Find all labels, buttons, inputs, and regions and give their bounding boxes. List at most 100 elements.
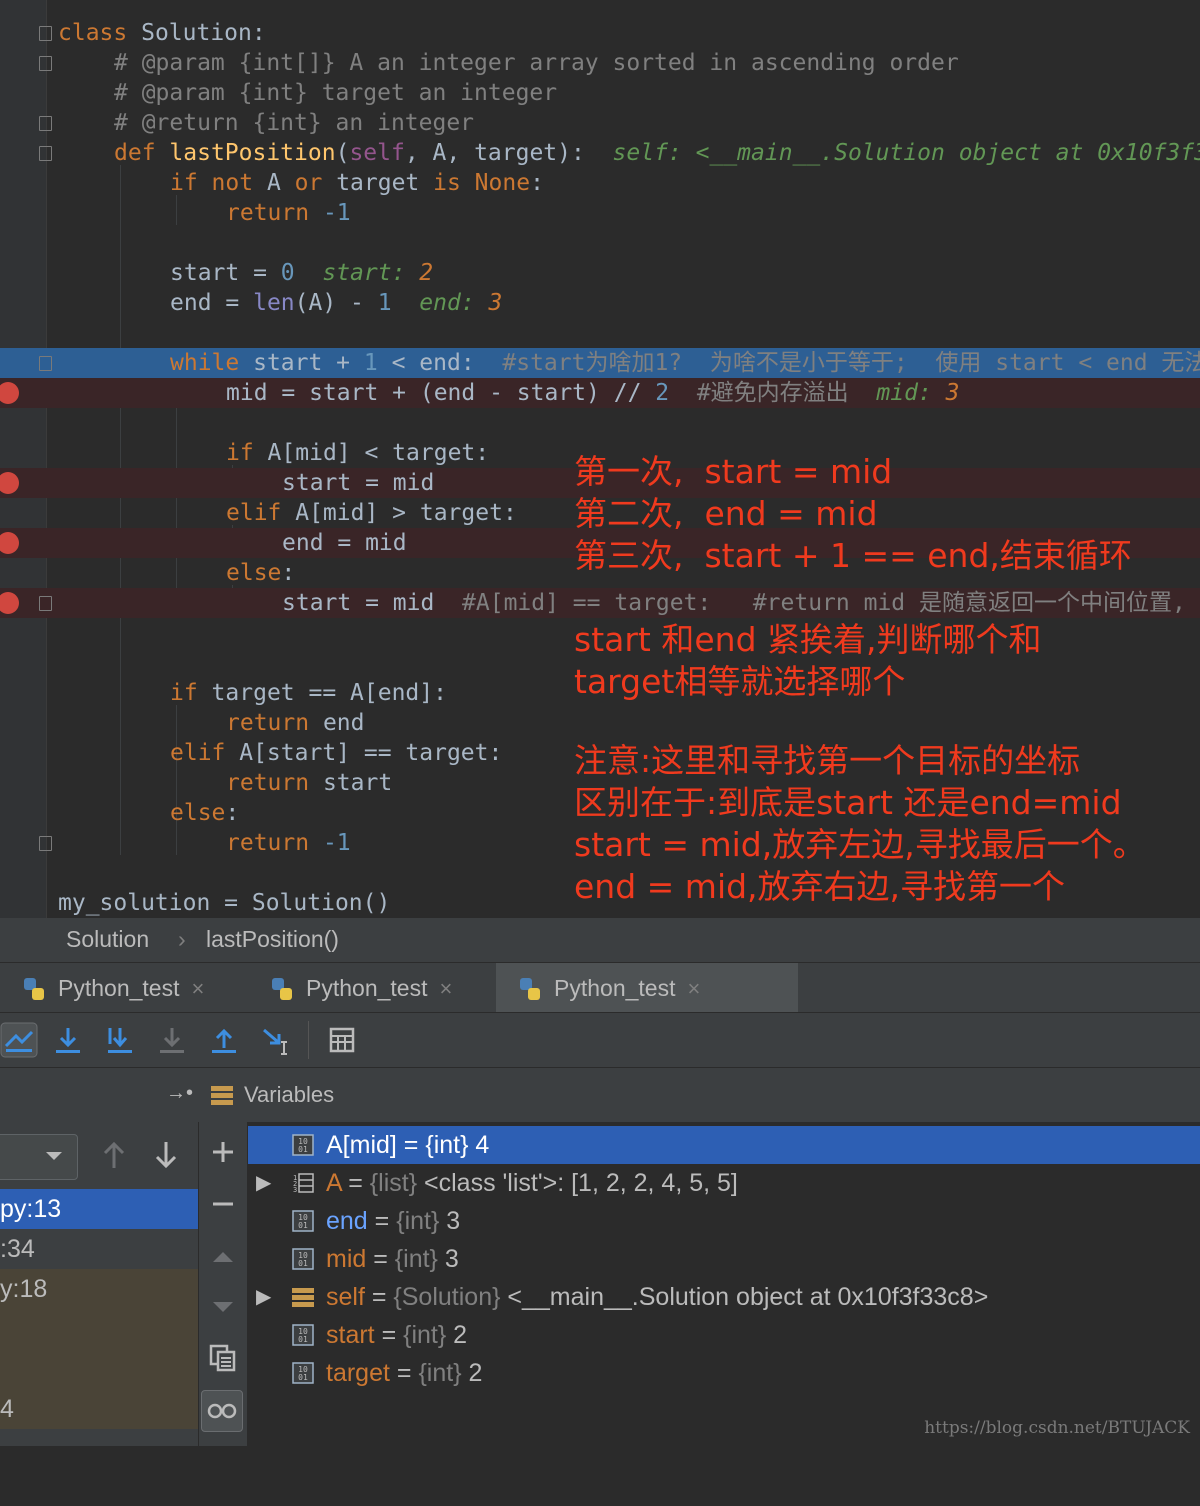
variable-row[interactable]: ▶ self = {Solution} <__main__.Solution o…: [248, 1278, 1200, 1316]
code-editor[interactable]: class Solution: # @param {int[]} A an in…: [0, 0, 1200, 918]
inline-debug-value: 3: [945, 380, 960, 406]
annotation-text: 注意:这里和寻找第一个目标的坐标: [574, 741, 1081, 780]
toolbar-separator: [308, 1021, 309, 1059]
tab-label: Python_test: [306, 975, 428, 1001]
fold-marker-icon[interactable]: [39, 56, 52, 71]
variable-value: 3: [437, 1245, 459, 1273]
elif-keyword: elif: [170, 740, 226, 766]
frame-item[interactable]: :34: [0, 1229, 198, 1269]
variable-row[interactable]: ▶ 123 A = {list} <class 'list'>: [1, 2, …: [248, 1164, 1200, 1202]
breadcrumb-class[interactable]: Solution: [66, 926, 149, 953]
variable-eq: =: [364, 1283, 394, 1311]
frames-variables-header: →• Variables: [0, 1068, 1200, 1123]
fold-marker-icon[interactable]: [39, 26, 52, 41]
number-literal: 2: [655, 380, 670, 406]
pin-tab-icon[interactable]: →•: [166, 1082, 193, 1105]
expand-triangle-icon[interactable]: ▶: [256, 1278, 271, 1316]
step-into-my-code-icon[interactable]: [154, 1022, 190, 1058]
code-line-20: start = mid #A[mid] == target: #return m…: [0, 588, 1200, 618]
step-out-icon[interactable]: [206, 1022, 242, 1058]
run-to-cursor-icon[interactable]: [258, 1022, 294, 1058]
variable-name: target: [326, 1359, 390, 1387]
glasses-icon: [207, 1403, 237, 1419]
thread-select[interactable]: [0, 1134, 78, 1180]
fold-marker-icon[interactable]: [39, 356, 52, 371]
show-execution-point-icon[interactable]: [0, 1022, 38, 1058]
expand-triangle-icon[interactable]: ▶: [256, 1164, 271, 1202]
variable-row[interactable]: 10 01 A[mid] = {int} 4: [248, 1126, 1200, 1164]
arrow-down-icon[interactable]: [152, 1140, 180, 1170]
variable-value: <__main__.Solution object at 0x10f3f33c8…: [500, 1283, 989, 1311]
inline-debug-value: self: <__main__.Solution object at 0x10f…: [612, 140, 1200, 166]
frame-item[interactable]: py:13: [0, 1189, 198, 1229]
code-text: my_solution = Solution(): [58, 890, 391, 916]
breadcrumb-method[interactable]: lastPosition(): [206, 926, 339, 953]
variable-row[interactable]: 10 01 end = {int} 3: [248, 1202, 1200, 1240]
variable-name: mid: [326, 1245, 367, 1273]
annotation-text: 第三次, start + 1 == end,结束循环: [574, 536, 1132, 575]
breakpoint-icon[interactable]: [0, 532, 19, 554]
breakpoint-icon[interactable]: [0, 382, 19, 404]
breakpoint-icon[interactable]: [0, 592, 19, 614]
annotation-text: target相等就选择哪个: [574, 662, 906, 701]
code-line-9: start = 0 start: 2: [0, 258, 1200, 288]
svg-text:01: 01: [298, 1373, 308, 1382]
breakpoint-icon[interactable]: [0, 472, 19, 494]
copy-icon[interactable]: [209, 1344, 237, 1372]
annotation-text: 区别在于:到底是start 还是end=mid: [574, 783, 1122, 822]
int-type-icon: 1001: [292, 1324, 314, 1346]
return-keyword: return: [226, 200, 310, 226]
function-name: lastPosition: [169, 140, 336, 166]
arrow-up-icon[interactable]: [100, 1140, 128, 1170]
variables-title: Variables: [244, 1082, 335, 1107]
else-keyword: else: [170, 800, 226, 826]
frame-item[interactable]: 4: [0, 1389, 198, 1429]
variable-name: start: [326, 1321, 375, 1349]
fold-marker-icon[interactable]: [39, 116, 52, 131]
step-over-icon[interactable]: [50, 1022, 86, 1058]
code-line-4: # @return {int} an integer: [0, 108, 1200, 138]
number-literal: -1: [309, 830, 351, 856]
plus-icon[interactable]: [211, 1140, 235, 1164]
watches-toggle-button[interactable]: [201, 1390, 243, 1432]
close-icon[interactable]: ×: [439, 976, 452, 1001]
close-icon[interactable]: ×: [191, 976, 204, 1001]
fold-marker-icon[interactable]: [39, 596, 52, 611]
int-type-icon: 1001: [292, 1134, 314, 1156]
fold-marker-icon[interactable]: [39, 836, 52, 851]
move-down-icon[interactable]: [211, 1300, 235, 1316]
def-keyword: def: [114, 140, 156, 166]
frame-label: 4: [0, 1395, 14, 1423]
annotation-text: end = mid,放弃右边,寻找第一个: [574, 867, 1066, 906]
close-icon[interactable]: ×: [687, 976, 700, 1001]
while-keyword: while: [170, 350, 240, 376]
step-into-icon[interactable]: [102, 1022, 138, 1058]
variable-row[interactable]: 10 01 mid = {int} 3: [248, 1240, 1200, 1278]
tab-python-test-3[interactable]: Python_test ×: [496, 963, 798, 1013]
class-keyword: class: [58, 20, 128, 46]
code-text: mid = start + (end - start) //: [226, 380, 656, 406]
list-type-icon: 123: [293, 1173, 314, 1194]
python-icon: [272, 978, 292, 1000]
fold-marker-icon[interactable]: [39, 146, 52, 161]
debug-tab-bar: Python_test × Python_test × Python_test ×: [0, 962, 1200, 1013]
variable-row[interactable]: 10 01 target = {int} 2: [248, 1354, 1200, 1392]
variable-type: {int}: [418, 1359, 462, 1387]
int-type-icon: 1001: [292, 1248, 314, 1270]
variables-tree: 10 01 A[mid] = {int} 4 ▶ 123 A = {list} <…: [248, 1122, 1200, 1446]
inline-debug-value: 2: [419, 260, 434, 286]
variable-eq: =: [367, 1207, 397, 1235]
variables-icon: [211, 1086, 233, 1105]
code-line-13: mid = start + (end - start) // 2 #避免内存溢出…: [0, 378, 1200, 408]
move-up-icon[interactable]: [211, 1248, 235, 1264]
variable-type: {list}: [369, 1169, 418, 1197]
chevron-down-icon: [46, 1152, 62, 1160]
evaluate-expression-icon[interactable]: [324, 1022, 360, 1058]
minus-icon[interactable]: [211, 1192, 235, 1216]
variable-name: self: [326, 1283, 365, 1311]
variable-row[interactable]: 10 01 start = {int} 2: [248, 1316, 1200, 1354]
code-text: A[mid] > target:: [281, 500, 517, 526]
inline-debug-label: end:: [419, 290, 489, 316]
number-literal: 1: [377, 290, 392, 316]
none-keyword: None: [460, 170, 531, 196]
